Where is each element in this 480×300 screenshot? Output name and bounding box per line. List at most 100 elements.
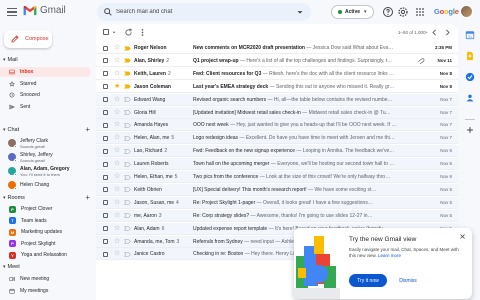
room-item[interactable]: Y Yoga and Relaxation <box>0 250 91 260</box>
compose-button[interactable]: Compose <box>4 30 52 48</box>
search-icon[interactable] <box>103 7 113 17</box>
row-checkbox[interactable] <box>103 200 108 206</box>
star-icon[interactable]: ☆ <box>114 212 120 220</box>
important-marker-icon[interactable] <box>124 149 131 154</box>
room-item[interactable]: T Team leads <box>0 216 91 226</box>
important-marker-icon[interactable] <box>124 71 131 76</box>
important-marker-icon[interactable] <box>124 200 131 205</box>
star-icon[interactable]: ★ <box>114 83 120 91</box>
star-icon[interactable]: ☆ <box>114 250 120 258</box>
room-item[interactable]: P Project Skylight <box>0 239 91 249</box>
dismiss-button[interactable]: Dismiss <box>393 274 423 287</box>
account-avatar[interactable] <box>460 5 473 18</box>
row-checkbox[interactable] <box>103 148 108 154</box>
email-row[interactable]: ☆ Keith Obrien [UX] Special delivery! This… <box>96 183 458 196</box>
meet-item[interactable]: New meeting <box>0 274 91 284</box>
star-icon[interactable]: ☆ <box>114 57 120 65</box>
email-row[interactable]: ☆ Lao, Richard 2 Fwd: Feedback on the new s… <box>96 145 458 158</box>
row-checkbox[interactable] <box>103 251 108 257</box>
search-input[interactable] <box>116 6 286 18</box>
add-chat-icon[interactable]: + <box>85 125 90 135</box>
sidebar-item-inbox[interactable]: Inbox <box>0 67 91 77</box>
star-icon[interactable]: ☆ <box>114 96 120 104</box>
row-checkbox[interactable] <box>103 84 108 90</box>
row-checkbox[interactable] <box>103 135 108 141</box>
row-checkbox[interactable] <box>103 45 108 51</box>
older-page-icon[interactable] <box>443 28 452 37</box>
contacts-icon[interactable] <box>465 93 475 103</box>
star-icon[interactable]: ☆ <box>114 70 120 78</box>
star-icon[interactable]: ☆ <box>114 160 120 168</box>
tasks-icon[interactable] <box>465 72 475 82</box>
apps-grid-icon[interactable] <box>414 6 426 18</box>
try-it-now-button[interactable]: Try it now <box>349 274 387 287</box>
row-checkbox[interactable] <box>103 161 108 167</box>
star-icon[interactable]: ☆ <box>114 147 120 155</box>
close-icon[interactable] <box>459 233 466 240</box>
important-marker-icon[interactable] <box>124 97 131 102</box>
sidebar-item-snoozed[interactable]: Snoozed <box>0 90 91 100</box>
settings-icon[interactable] <box>397 6 409 18</box>
star-icon[interactable]: ☆ <box>114 199 120 207</box>
refresh-icon[interactable] <box>124 28 133 37</box>
email-row[interactable]: ☆ Roger Nelson New comments on MCR2020 dra… <box>96 42 458 54</box>
star-icon[interactable]: ☆ <box>114 134 120 142</box>
star-icon[interactable]: ☆ <box>114 186 120 194</box>
gmail-logo[interactable]: Gmail <box>23 5 66 16</box>
sidebar-item-sent[interactable]: Sent <box>0 102 91 112</box>
main-menu-icon[interactable] <box>6 6 18 18</box>
important-marker-icon[interactable] <box>124 110 131 115</box>
rooms-section-header[interactable]: ▾ Rooms + <box>0 193 96 203</box>
email-row[interactable]: ☆ Lauren Roberts Town hall on the upcoming… <box>96 158 458 171</box>
important-marker-icon[interactable] <box>124 239 131 244</box>
row-checkbox[interactable] <box>103 122 108 128</box>
important-marker-icon[interactable] <box>124 162 131 167</box>
important-marker-icon[interactable] <box>124 84 131 89</box>
google-logo[interactable]: Google <box>434 7 459 16</box>
email-row[interactable]: ☆ Amanda Hayes OOO next week — Hey, just w… <box>96 119 458 132</box>
important-marker-icon[interactable] <box>124 213 131 218</box>
important-marker-icon[interactable] <box>124 174 131 180</box>
important-marker-icon[interactable] <box>124 226 131 231</box>
add-addon-icon[interactable] <box>465 125 475 135</box>
chat-item[interactable]: Jeffery Clark Sounds great! <box>0 136 91 150</box>
help-icon[interactable] <box>382 6 394 18</box>
chat-item[interactable]: Helen Chang <box>0 178 91 192</box>
room-item[interactable]: P Project Clover <box>0 204 91 214</box>
important-marker-icon[interactable] <box>124 45 131 51</box>
email-row[interactable]: ☆ Keith, Lauren 2 Fwd: Client resources for… <box>96 67 458 80</box>
calendar-icon[interactable]: 31 <box>465 30 475 40</box>
star-icon[interactable]: ☆ <box>114 173 120 181</box>
email-row[interactable]: ☆ Edward Wang Revised organic search numbe… <box>96 93 458 106</box>
email-row[interactable]: ☆ Helen, Ethan, me 5 Two pics from the conf… <box>96 171 458 183</box>
star-icon[interactable]: ☆ <box>114 44 120 52</box>
add-room-icon[interactable]: + <box>85 193 90 203</box>
email-row[interactable]: ☆ Helen, Alan, me 5 Logo redesign ideas — E… <box>96 132 458 145</box>
select-dropdown-icon[interactable] <box>111 28 117 37</box>
mail-section-header[interactable]: ▾ Mail <box>0 55 96 65</box>
star-icon[interactable]: ☆ <box>114 109 120 117</box>
chat-item[interactable]: Alan, Adam, Gregory You: I'll send it to … <box>0 164 91 178</box>
meet-section-header[interactable]: ▾ Meet <box>0 262 96 272</box>
star-icon[interactable]: ☆ <box>114 238 120 246</box>
star-icon[interactable]: ☆ <box>114 121 120 129</box>
row-checkbox[interactable] <box>103 213 108 219</box>
star-icon[interactable]: ☆ <box>114 225 120 233</box>
row-checkbox[interactable] <box>103 239 108 244</box>
important-marker-icon[interactable] <box>124 58 131 63</box>
newer-page-icon[interactable] <box>430 28 439 37</box>
important-marker-icon[interactable] <box>124 123 131 128</box>
search-bar[interactable] <box>97 3 311 21</box>
select-all-checkbox[interactable] <box>103 29 109 35</box>
row-checkbox[interactable] <box>103 110 108 115</box>
room-item[interactable]: M Marketing updates <box>0 227 91 237</box>
email-row[interactable]: ☆ me, Aaron 3 Re: Corp strategy slides? — A… <box>96 209 458 222</box>
learn-more-link[interactable]: Learn more <box>378 253 401 258</box>
email-row[interactable]: ☆ Gloria Hill [Updated invitation] Midwest… <box>96 106 458 119</box>
row-checkbox[interactable] <box>103 71 108 77</box>
important-marker-icon[interactable] <box>124 136 131 141</box>
attachment-icon[interactable] <box>417 58 425 64</box>
email-row[interactable]: ☆ Alan, Shirley 2 Q1 project wrap-up — Here… <box>96 54 458 67</box>
search-options-icon[interactable] <box>295 7 305 17</box>
more-vert-icon[interactable] <box>138 28 147 37</box>
